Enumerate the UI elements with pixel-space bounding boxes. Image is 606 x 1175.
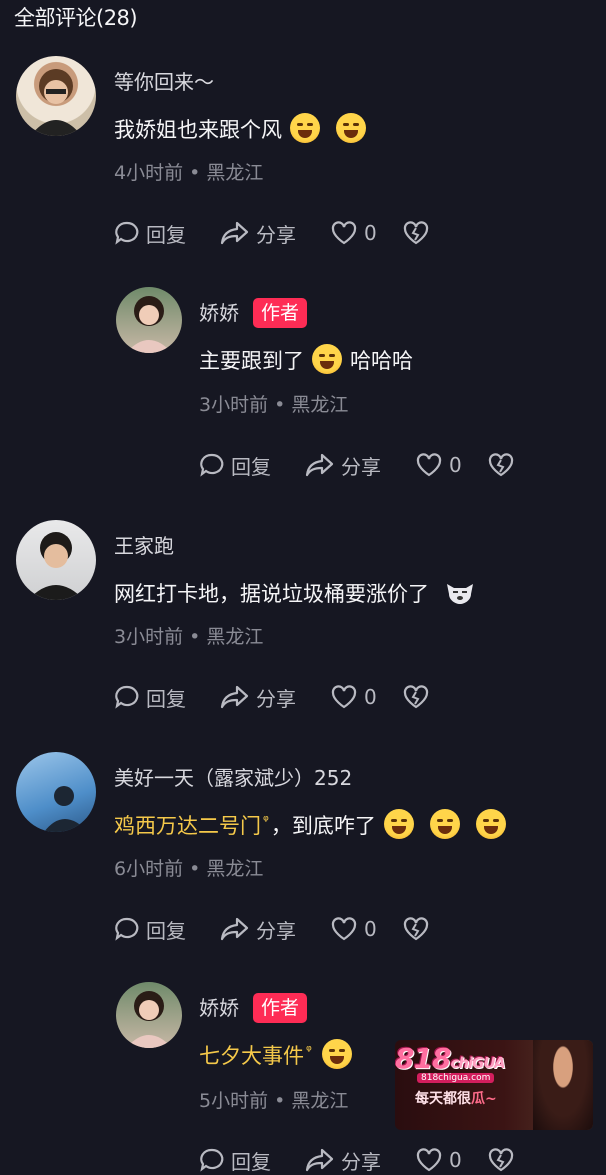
search-icon: ᵠ xyxy=(263,813,269,829)
doge-emoji xyxy=(446,584,473,604)
commenter-name[interactable]: 王家跑 xyxy=(114,530,174,559)
broken-heart-icon xyxy=(488,1148,514,1172)
heart-icon xyxy=(331,221,357,245)
laughing-emoji xyxy=(290,113,320,143)
share-button[interactable]: 分享 xyxy=(305,1145,381,1175)
comment-meta: 5小时前 • 黑龙江 xyxy=(199,1090,349,1112)
laughing-emoji xyxy=(312,344,342,374)
broken-heart-icon xyxy=(403,685,429,709)
ad-photo xyxy=(533,1040,593,1130)
dislike-button[interactable] xyxy=(402,914,436,944)
dislike-button[interactable] xyxy=(487,450,521,480)
share-icon xyxy=(220,221,249,245)
dislike-button[interactable] xyxy=(402,218,436,248)
ad-url: 818chigua.com xyxy=(417,1073,495,1083)
comment-text: 我娇姐也来跟个风 xyxy=(114,113,374,146)
ad-logo: 818chiGUA xyxy=(395,1042,506,1075)
laughing-emoji xyxy=(475,809,506,839)
heart-icon xyxy=(331,917,357,941)
share-icon xyxy=(220,685,249,709)
laughing-emoji xyxy=(383,809,414,839)
commenter-name[interactable]: 美好一天（露家斌少）252 xyxy=(114,762,352,791)
reply-button[interactable]: 回复 xyxy=(114,682,186,712)
like-button[interactable]: 0 xyxy=(330,218,377,248)
comment-text: 七夕大事件 ᵠ xyxy=(199,1039,360,1072)
reply-icon xyxy=(200,1148,224,1172)
comment-meta: 3小时前 • 黑龙江 xyxy=(199,394,349,416)
comment-meta: 6小时前 • 黑龙江 xyxy=(114,858,264,880)
reply-icon xyxy=(115,221,139,245)
comments-header: 全部评论(28) xyxy=(14,6,138,30)
share-button[interactable]: 分享 xyxy=(305,450,381,480)
heart-icon xyxy=(416,1148,442,1172)
avatar[interactable] xyxy=(116,982,182,1048)
laughing-emoji xyxy=(429,809,460,839)
watermark-ad[interactable]: 818chiGUA 818chigua.com 每天都很瓜~ xyxy=(395,1040,593,1130)
search-link[interactable]: 鸡西万达二号门 xyxy=(114,814,261,838)
reply-icon xyxy=(200,453,224,477)
like-button[interactable]: 0 xyxy=(415,1145,462,1175)
search-link[interactable]: 七夕大事件 xyxy=(199,1044,304,1068)
ad-slogan: 每天都很瓜~ xyxy=(415,1091,497,1107)
laughing-emoji xyxy=(336,113,366,143)
like-button[interactable]: 0 xyxy=(330,914,377,944)
avatar[interactable] xyxy=(16,520,96,600)
comment-meta: 4小时前 • 黑龙江 xyxy=(114,162,264,184)
comment-text: 鸡西万达二号门 ᵠ，到底咋了 xyxy=(114,809,514,842)
search-icon: ᵠ xyxy=(306,1043,312,1059)
comment-text: 网红打卡地，据说垃圾桶要涨价了 xyxy=(114,578,476,609)
share-button[interactable]: 分享 xyxy=(220,682,296,712)
share-icon xyxy=(305,453,334,477)
share-icon xyxy=(305,1148,334,1172)
author-badge: 作者 xyxy=(253,992,308,1023)
like-button[interactable]: 0 xyxy=(415,450,462,480)
reply-icon xyxy=(115,685,139,709)
heart-icon xyxy=(416,453,442,477)
broken-heart-icon xyxy=(488,453,514,477)
dislike-button[interactable] xyxy=(402,682,436,712)
like-button[interactable]: 0 xyxy=(330,682,377,712)
reply-icon xyxy=(115,917,139,941)
commenter-name: 娇娇 作者 xyxy=(199,297,308,330)
avatar[interactable] xyxy=(16,752,96,832)
comment-text: 主要跟到了 哈哈哈 xyxy=(199,344,413,377)
laughing-emoji xyxy=(321,1039,352,1069)
broken-heart-icon xyxy=(403,221,429,245)
broken-heart-icon xyxy=(403,917,429,941)
comment-meta: 3小时前 • 黑龙江 xyxy=(114,626,264,648)
avatar[interactable] xyxy=(16,56,96,136)
author-badge: 作者 xyxy=(253,297,308,328)
avatar[interactable] xyxy=(116,287,182,353)
share-icon xyxy=(220,917,249,941)
reply-button[interactable]: 回复 xyxy=(199,450,271,480)
reply-button[interactable]: 回复 xyxy=(114,218,186,248)
heart-icon xyxy=(331,685,357,709)
dislike-button[interactable] xyxy=(487,1145,521,1175)
share-button[interactable]: 分享 xyxy=(220,218,296,248)
commenter-name[interactable]: 等你回来～ xyxy=(114,66,214,95)
commenter-name: 娇娇 作者 xyxy=(199,992,308,1025)
share-button[interactable]: 分享 xyxy=(220,914,296,944)
reply-button[interactable]: 回复 xyxy=(199,1145,271,1175)
reply-button[interactable]: 回复 xyxy=(114,914,186,944)
